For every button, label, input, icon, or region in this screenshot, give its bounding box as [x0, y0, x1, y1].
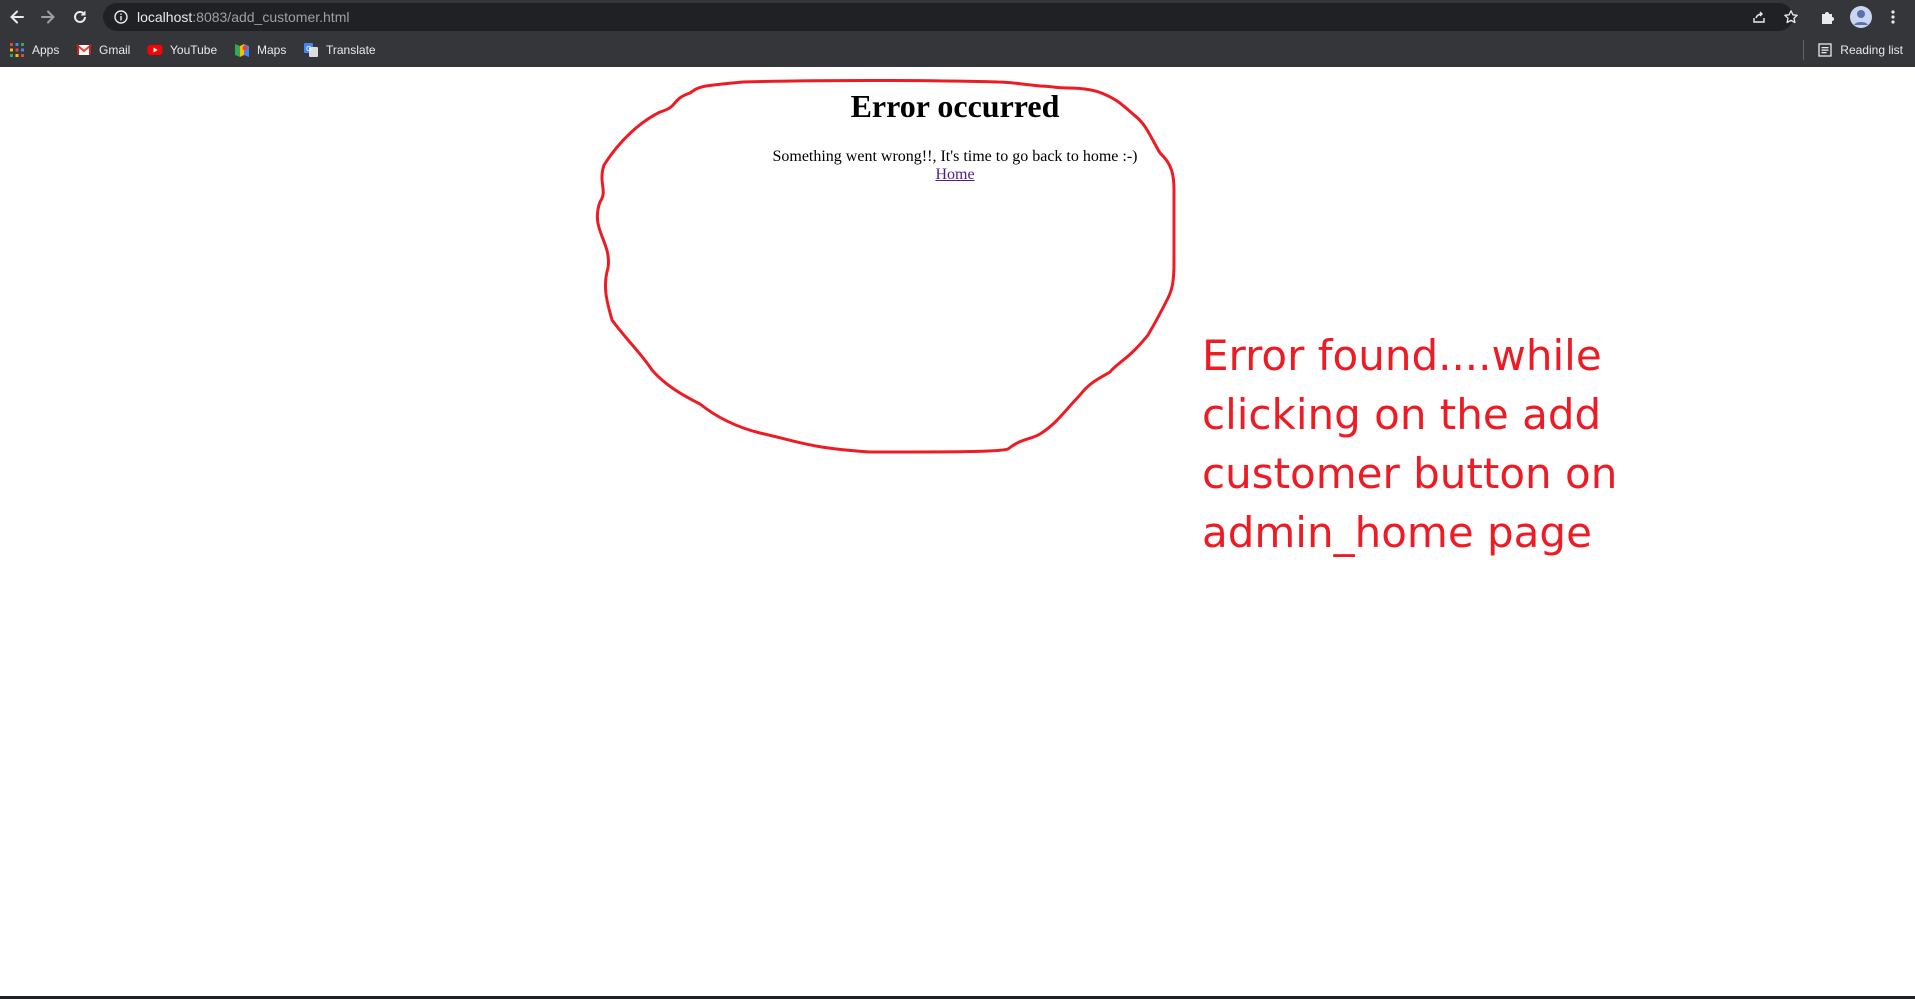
star-icon[interactable]	[1783, 9, 1799, 25]
kebab-menu-icon[interactable]	[1881, 5, 1905, 29]
gmail-icon	[76, 42, 92, 58]
svg-text:G: G	[306, 45, 311, 53]
bookmark-translate[interactable]: G Translate	[303, 41, 376, 59]
bookmarks-bar: Apps Gmail YouTube Maps G Translate Read…	[0, 34, 1915, 67]
bookmark-gmail[interactable]: Gmail	[76, 41, 130, 59]
bookmark-label: YouTube	[170, 43, 218, 57]
reading-list-label: Reading list	[1840, 43, 1903, 57]
apps-grid-icon	[9, 42, 25, 58]
reload-icon[interactable]	[68, 5, 92, 29]
error-message: Something went wrong!!, It's time to go …	[772, 148, 1138, 165]
bookmark-label: Apps	[32, 43, 60, 57]
info-icon[interactable]	[113, 9, 129, 25]
bookmark-apps[interactable]: Apps	[9, 41, 59, 59]
youtube-icon	[147, 42, 163, 58]
browser-toolbar: localhost:8083/add_customer.html	[0, 0, 1915, 34]
share-icon[interactable]	[1751, 9, 1767, 25]
back-arrow-icon[interactable]	[5, 5, 29, 29]
puzzle-icon[interactable]	[1816, 5, 1840, 29]
annotation-note: Error found....while clicking on the add…	[1202, 331, 1618, 557]
page-title: Error occurred	[850, 88, 1060, 124]
address-bar[interactable]: localhost:8083/add_customer.html	[103, 3, 1798, 31]
bookmark-label: Gmail	[99, 43, 131, 57]
bookmark-label: Translate	[326, 43, 376, 57]
bookmarks-divider	[1803, 40, 1804, 60]
url-path: :8083/add_customer.html	[192, 9, 350, 25]
home-link-container: Home	[0, 166, 1910, 184]
url-text[interactable]: localhost:8083/add_customer.html	[137, 9, 349, 25]
url-host: localhost	[137, 9, 193, 25]
reading-list-button[interactable]: Reading list	[1817, 41, 1903, 59]
maps-icon	[234, 42, 250, 58]
reading-list-icon	[1817, 42, 1833, 58]
bookmark-youtube[interactable]: YouTube	[147, 41, 217, 59]
avatar[interactable]	[1849, 5, 1873, 29]
bookmark-label: Maps	[257, 43, 287, 57]
bookmark-maps[interactable]: Maps	[234, 41, 286, 59]
home-link[interactable]: Home	[935, 166, 974, 183]
translate-icon: G	[303, 42, 319, 58]
forward-arrow-icon[interactable]	[36, 5, 60, 29]
